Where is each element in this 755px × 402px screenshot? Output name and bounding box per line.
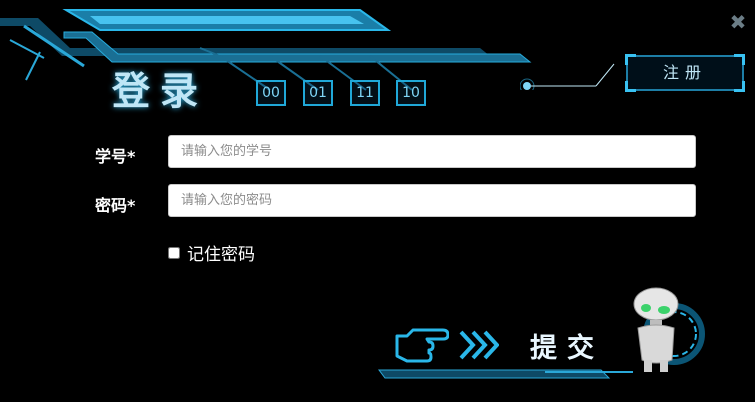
student-id-input[interactable] [168, 135, 696, 168]
submit-label: 提交 [530, 333, 604, 364]
pointing-hand-icon [395, 328, 449, 363]
code-badge: 01 [303, 80, 333, 106]
close-icon[interactable]: ✖ [728, 10, 748, 34]
corner-decoration [734, 81, 745, 92]
submit-button[interactable]: 提交 [375, 318, 635, 384]
register-button[interactable]: 注册 [625, 54, 745, 92]
remember-password[interactable]: 记住密码 [168, 240, 255, 265]
corner-decoration [625, 81, 636, 92]
code-badge: 00 [256, 80, 286, 106]
corner-decoration [734, 54, 745, 65]
corner-decoration [625, 54, 636, 65]
password-input[interactable] [168, 184, 696, 217]
code-badge: 10 [396, 80, 426, 106]
student-id-label: 学号* [95, 147, 136, 166]
connector-line-decoration [520, 63, 615, 90]
robot-icon [633, 287, 705, 372]
code-badge: 11 [350, 80, 380, 106]
remember-password-checkbox[interactable] [168, 246, 180, 259]
register-label: 注册 [662, 63, 707, 82]
remember-password-label: 记住密码 [187, 245, 255, 265]
password-label: 密码* [95, 196, 136, 215]
page-title: 登录 [112, 69, 209, 113]
double-chevron-right-icon [459, 330, 499, 360]
